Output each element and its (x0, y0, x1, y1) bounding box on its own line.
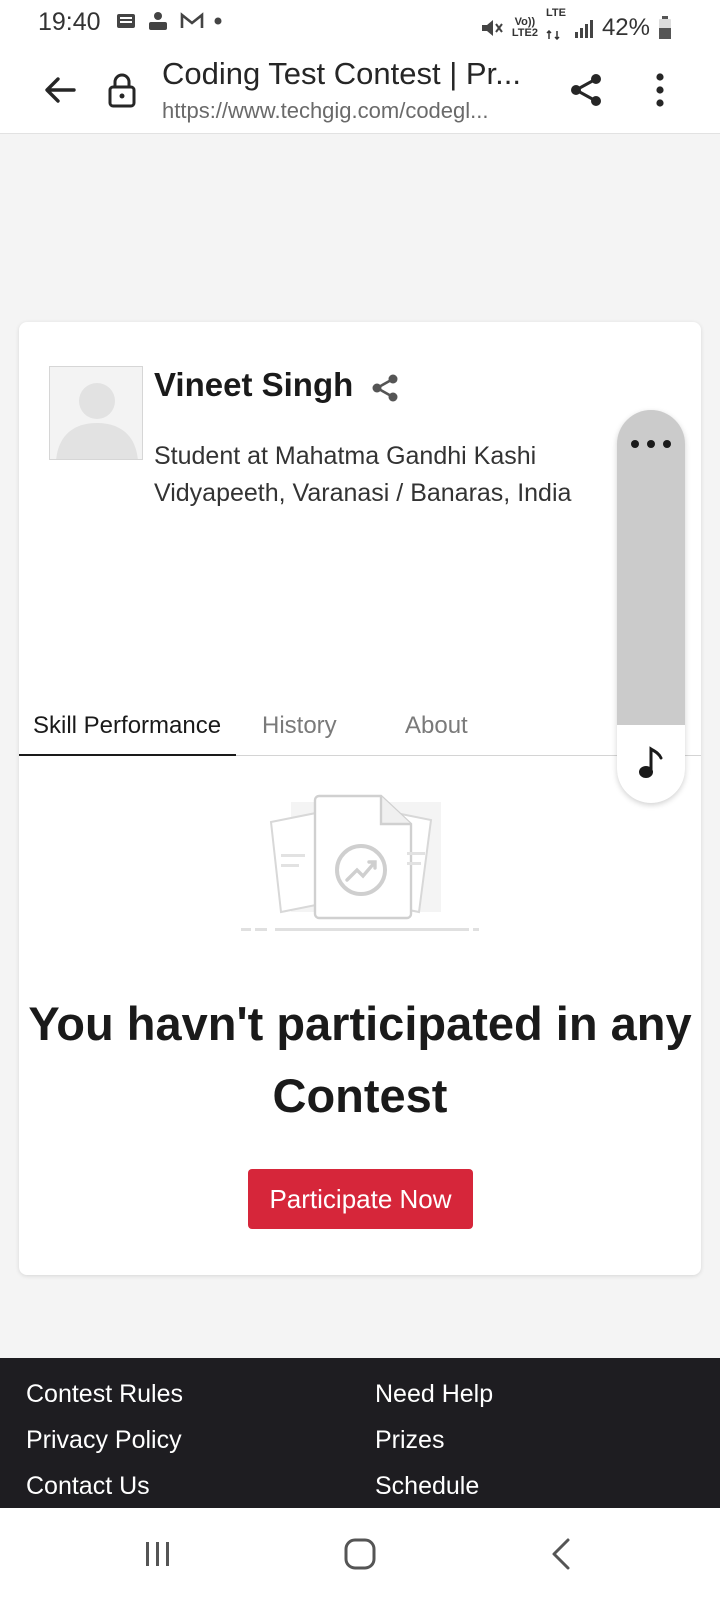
notification-icons (116, 10, 222, 32)
footer-link-schedule[interactable]: Schedule (375, 1472, 479, 1501)
url-text[interactable]: https://www.techgig.com/codegl... (162, 98, 532, 124)
profile-name: Vineet Singh (154, 366, 354, 403)
participate-now-button[interactable]: Participate Now (248, 1169, 473, 1229)
user-silhouette-icon (56, 383, 138, 459)
battery-percent: 42% (601, 13, 650, 41)
profile-share-icon[interactable] (369, 372, 401, 404)
back-arrow-icon[interactable] (40, 70, 80, 110)
gmail-icon (180, 12, 204, 28)
app-notification-icon (149, 12, 167, 30)
lte-indicator: LTE (546, 8, 566, 47)
tab-about[interactable]: About (405, 712, 468, 740)
dot-icon (214, 17, 222, 25)
avatar (49, 366, 143, 460)
recent-apps-icon[interactable] (138, 1534, 178, 1574)
status-bar: 19:40 Vo)) LTE2 LTE 42% (0, 0, 720, 46)
lock-icon[interactable] (106, 72, 138, 108)
empty-report-illustration (241, 794, 479, 931)
music-note-icon[interactable] (635, 745, 667, 781)
status-right: Vo)) LTE2 LTE 42% (480, 8, 672, 47)
more-vertical-icon[interactable] (640, 70, 680, 110)
media-control[interactable] (617, 725, 685, 803)
status-time: 19:40 (38, 8, 101, 36)
data-arrows-icon (546, 29, 560, 41)
tab-history[interactable]: History (262, 712, 337, 740)
browser-toolbar: Coding Test Contest | Pr... https://www.… (0, 46, 720, 134)
back-icon[interactable] (542, 1534, 582, 1574)
signal-icon (574, 19, 593, 38)
tab-skill-performance[interactable]: Skill Performance (33, 712, 221, 740)
footer-link-need-help[interactable]: Need Help (375, 1380, 493, 1409)
footer-link-privacy-policy[interactable]: Privacy Policy (26, 1426, 182, 1455)
footer-link-prizes[interactable]: Prizes (375, 1426, 444, 1455)
floating-media-widget[interactable] (617, 410, 685, 803)
footer-link-contest-rules[interactable]: Contest Rules (26, 1380, 183, 1409)
system-nav-bar (0, 1508, 720, 1600)
share-icon[interactable] (566, 70, 606, 110)
news-icon (117, 14, 135, 28)
volte-indicator: Vo)) LTE2 (511, 15, 538, 39)
profile-tabs: Skill Performance History About (19, 704, 701, 756)
footer-link-contact-us[interactable]: Contact Us (26, 1472, 150, 1501)
mute-icon (481, 19, 503, 36)
home-icon[interactable] (340, 1534, 380, 1574)
profile-card: Vineet Singh Student at Mahatma Gandhi K… (19, 322, 701, 1275)
more-horizontal-icon[interactable] (631, 440, 671, 450)
battery-icon (659, 15, 671, 39)
profile-subtitle: Student at Mahatma Gandhi Kashi Vidyapee… (154, 442, 572, 507)
page-title[interactable]: Coding Test Contest | Pr... (162, 56, 532, 92)
active-tab-indicator (19, 754, 236, 756)
empty-state-message: You havn't participated in any Contest (28, 997, 692, 1122)
site-footer: Contest Rules Need Help Privacy Policy P… (0, 1358, 720, 1508)
